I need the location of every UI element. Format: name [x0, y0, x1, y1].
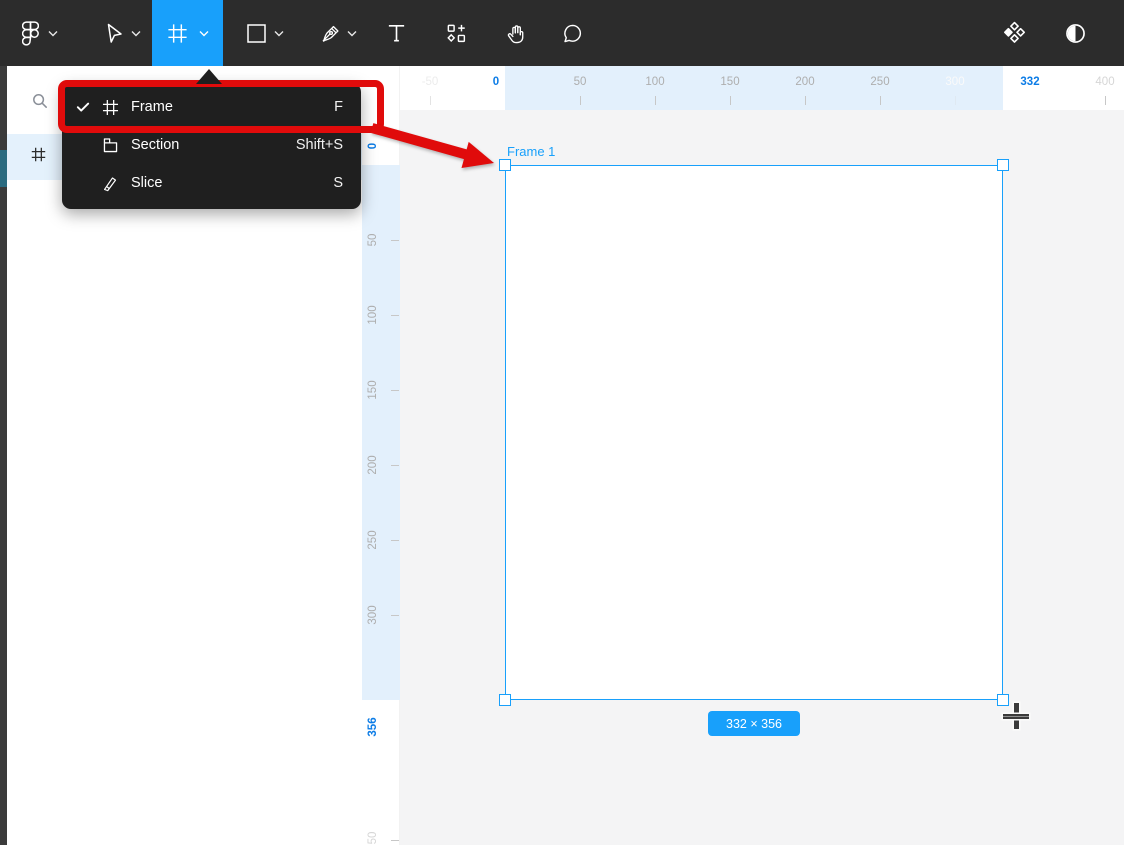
pen-tool-button[interactable] [312, 0, 348, 66]
chevron-down-icon [131, 24, 141, 42]
figma-menu-button[interactable] [12, 0, 48, 66]
move-tool-chevron[interactable] [128, 0, 144, 66]
ruler-tick [655, 96, 656, 105]
desktop-edge-accent [0, 150, 7, 187]
ruler-tick [391, 840, 399, 841]
ruler-tick [391, 240, 399, 241]
ruler-tick-label: -50 [421, 76, 439, 88]
hand-tool-button[interactable] [498, 0, 534, 66]
annotation-highlight-box [58, 80, 384, 133]
ruler-tick-label: 50 [367, 233, 379, 247]
ruler-tick-label: 356 [367, 717, 379, 737]
ruler-tick [805, 96, 806, 105]
move-tool-button[interactable] [96, 0, 132, 66]
frame-canvas-object[interactable] [505, 165, 1003, 700]
ruler-tick-label: 150 [367, 380, 379, 400]
menu-item-shortcut: S [333, 175, 343, 191]
ruler-tick [391, 465, 399, 466]
ruler-tick [391, 615, 399, 616]
vertical-ruler: 0 50 100 150 200 250 300 356 50 [362, 66, 400, 845]
ruler-tick [580, 96, 581, 105]
chevron-down-icon [199, 30, 209, 37]
chevron-down-icon [274, 24, 284, 42]
ruler-tick [430, 96, 431, 105]
cursor-icon [104, 22, 125, 45]
hand-icon [505, 22, 528, 45]
half-moon-contrast-icon [1063, 21, 1088, 46]
ruler-tick-label: 300 [945, 76, 965, 88]
figma-logo-icon [21, 20, 39, 46]
menu-item-label: Slice [131, 175, 163, 191]
frame-name-label[interactable]: Frame 1 [507, 144, 555, 159]
ruler-tick-label: 0 [367, 142, 379, 150]
ruler-tick [391, 315, 399, 316]
pen-tool-chevron[interactable] [344, 0, 360, 66]
comment-bubble-icon [561, 22, 584, 45]
diamonds-extension-button[interactable] [996, 0, 1032, 66]
chevron-down-icon [48, 24, 58, 42]
ruler-tick-label: 200 [367, 455, 379, 475]
horizontal-ruler: -50 0 50 100 150 200 250 300 332 400 [362, 66, 1124, 110]
menu-item-shortcut: Shift+S [295, 137, 343, 153]
ruler-tick-label: 400 [1095, 76, 1115, 88]
ruler-tick [730, 96, 731, 105]
shape-tool-button[interactable] [238, 0, 274, 66]
chevron-down-icon [347, 24, 357, 42]
figma-app: -50 0 50 100 150 200 250 300 332 400 0 5… [0, 0, 1124, 845]
crosshair-cursor [1003, 703, 1029, 729]
diamonds-icon [1001, 20, 1028, 47]
frame-tool-button-active[interactable] [152, 0, 223, 66]
frame-layer-icon [7, 146, 47, 168]
actions-tool-button[interactable] [438, 0, 474, 66]
text-icon [386, 22, 407, 44]
section-icon [101, 136, 131, 155]
pen-icon [319, 22, 342, 45]
text-tool-button[interactable] [378, 0, 414, 66]
size-badge: 332 × 356 [708, 711, 800, 736]
ruler-tick [391, 540, 399, 541]
menu-item-label: Section [131, 137, 180, 153]
ruler-tick [880, 96, 881, 105]
desktop-edge-strip [0, 66, 7, 845]
figma-menu-chevron[interactable] [45, 0, 61, 66]
crosshair-horizontal-bar [1003, 713, 1029, 719]
menu-item-slice[interactable]: Slice S [62, 164, 361, 202]
ruler-tick-label: 0 [492, 76, 500, 88]
selection-handle-top-left[interactable] [499, 159, 511, 171]
ruler-tick-label: 50 [367, 831, 379, 845]
slice-knife-icon [101, 174, 131, 193]
search-button[interactable] [25, 88, 55, 118]
ruler-tick-label: 200 [795, 76, 815, 88]
rectangle-icon [246, 23, 267, 44]
menu-caret [196, 69, 222, 84]
ruler-tick-label: 150 [720, 76, 740, 88]
contrast-toggle-button[interactable] [1057, 0, 1093, 66]
ruler-tick [1105, 96, 1106, 105]
shape-tool-chevron[interactable] [271, 0, 287, 66]
ruler-tick-label: 100 [367, 305, 379, 325]
ruler-tick-label: 332 [1020, 76, 1040, 88]
ruler-tick [955, 96, 956, 105]
ruler-tick [391, 390, 399, 391]
frame-icon [166, 22, 189, 45]
selection-handle-top-right[interactable] [997, 159, 1009, 171]
ruler-tick-label: 50 [573, 76, 587, 88]
ruler-tick-label: 300 [367, 605, 379, 625]
ruler-tick-label: 250 [870, 76, 890, 88]
toolbar [0, 0, 1124, 66]
ruler-tick-label: 250 [367, 530, 379, 550]
comment-tool-button[interactable] [554, 0, 590, 66]
selection-handle-bottom-left[interactable] [499, 694, 511, 706]
ruler-tick-label: 100 [645, 76, 665, 88]
actions-icon [445, 22, 468, 45]
search-icon [31, 92, 49, 115]
